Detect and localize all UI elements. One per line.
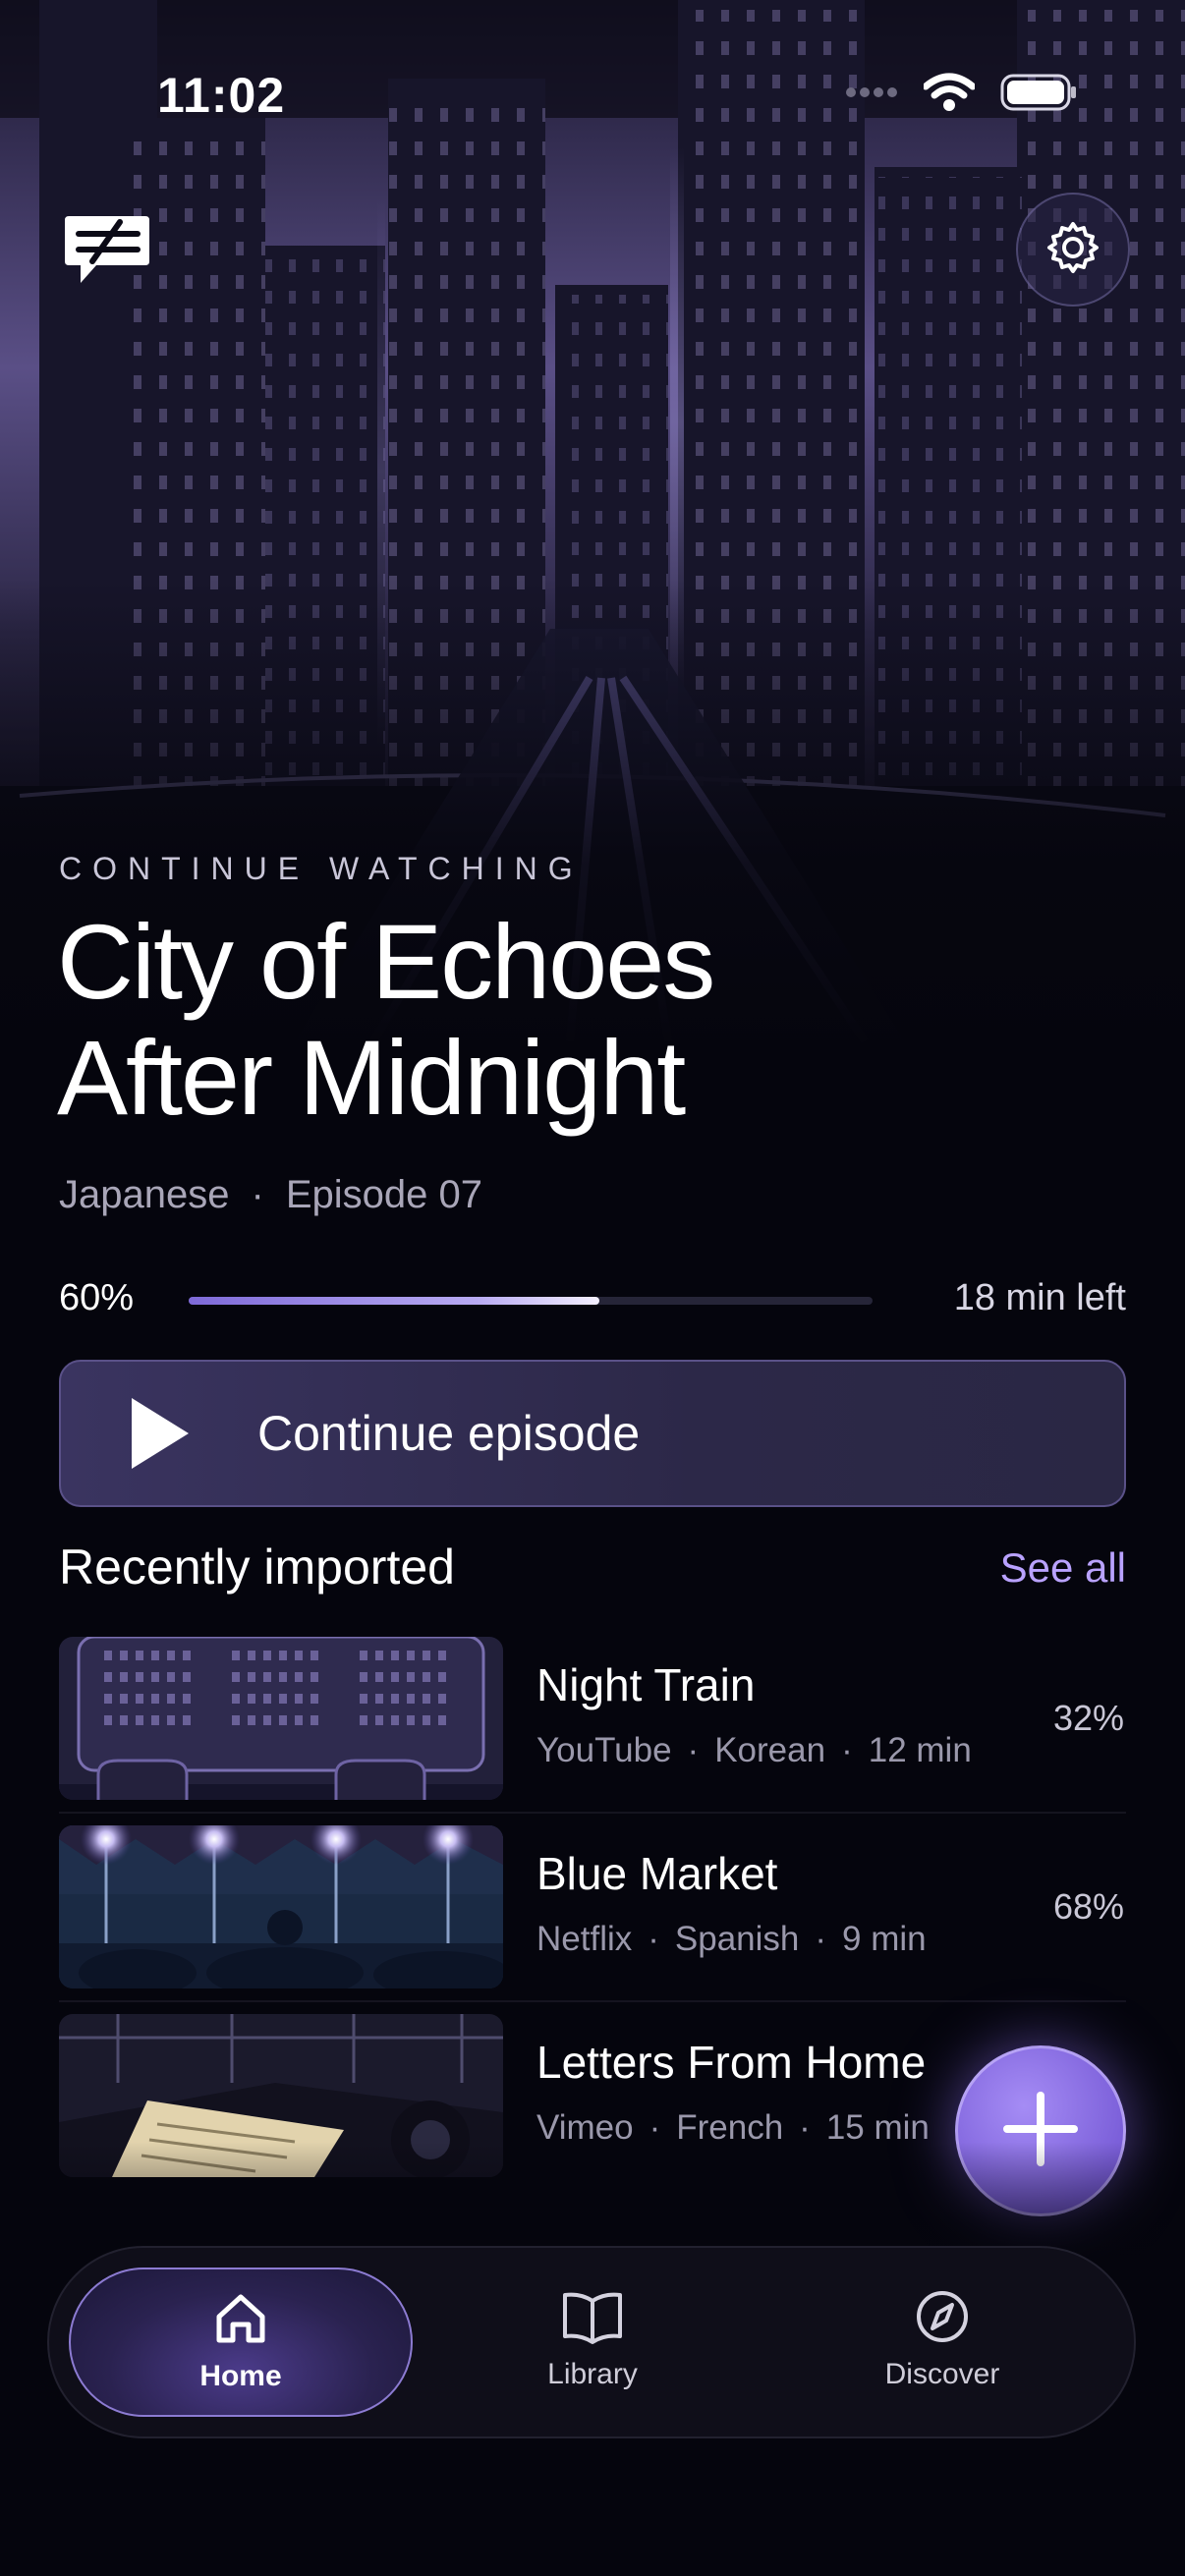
item-title: Night Train <box>536 1659 756 1710</box>
tab-home[interactable]: Home <box>69 2268 413 2417</box>
app-logo-icon <box>63 212 151 291</box>
gear-icon <box>1044 218 1102 282</box>
compass-icon <box>913 2287 972 2351</box>
list-divider <box>59 2000 1126 2002</box>
episode-title: City of Echoes After Midnight <box>57 904 1000 1136</box>
title-line-1: City of Echoes <box>57 902 715 1021</box>
item-language: Spanish <box>674 1920 800 1958</box>
item-source: YouTube <box>536 1731 672 1769</box>
item-meta: YouTube · Korean · 12 min <box>536 1731 972 1770</box>
tab-label: Library <box>547 2358 638 2390</box>
episode-label: Episode 07 <box>285 1173 482 1216</box>
bottom-tab-bar: Home Library Discover <box>47 2246 1136 2438</box>
thumbnail-night-train <box>59 1637 503 1800</box>
item-duration: 9 min <box>842 1920 927 1958</box>
episode-meta: Japanese · Episode 07 <box>59 1173 482 1217</box>
book-icon <box>561 2287 624 2351</box>
home-icon <box>211 2289 270 2353</box>
signal-icon <box>845 85 898 104</box>
meta-separator: · <box>687 1731 700 1769</box>
status-time: 11:02 <box>157 68 286 123</box>
item-source: Netflix <box>536 1920 633 1958</box>
thumbnail-blue-market <box>59 1825 503 1988</box>
meta-separator: · <box>648 1920 659 1958</box>
item-language: Korean <box>714 1731 826 1769</box>
item-progress: 32% <box>1052 1698 1124 1738</box>
progress-percent: 60% <box>59 1277 135 1318</box>
item-meta: Netflix · Spanish · 9 min <box>536 1920 927 1959</box>
item-title: Letters From Home <box>536 2037 927 2088</box>
tab-label: Home <box>199 2360 282 2392</box>
play-icon <box>132 1398 189 1469</box>
battery-icon <box>1000 73 1077 117</box>
section-eyebrow: CONTINUE WATCHING <box>59 851 584 886</box>
title-line-2: After Midnight <box>57 1018 686 1137</box>
continue-label: Continue episode <box>257 1406 641 1461</box>
wifi-icon <box>922 73 977 117</box>
status-icons <box>845 73 1077 117</box>
item-progress: 68% <box>1052 1886 1124 1927</box>
item-duration: 12 min <box>868 1731 972 1769</box>
list-item[interactable]: Night Train YouTube · Korean · 12 min 32% <box>59 1637 1126 1800</box>
recent-section-title: Recently imported <box>59 1540 455 1595</box>
see-all-link[interactable]: See all <box>1000 1544 1126 1592</box>
meta-separator: · <box>841 1731 853 1769</box>
tab-discover[interactable]: Discover <box>770 2268 1114 2417</box>
list-divider <box>59 1812 1126 1814</box>
hero-artwork <box>0 0 1185 1051</box>
continue-episode-button[interactable]: Continue episode <box>59 1360 1126 1507</box>
progress-bar <box>189 1297 873 1305</box>
item-title: Blue Market <box>536 1848 778 1899</box>
progress-fill <box>189 1297 599 1305</box>
tab-library[interactable]: Library <box>421 2268 764 2417</box>
settings-button[interactable] <box>1016 193 1130 307</box>
meta-separator: · <box>251 1173 264 1216</box>
time-left: 18 min left <box>953 1277 1126 1318</box>
meta-separator: · <box>815 1920 827 1958</box>
tab-label: Discover <box>884 2358 1000 2390</box>
language-label: Japanese <box>59 1173 230 1216</box>
list-item[interactable]: Blue Market Netflix · Spanish · 9 min 68% <box>59 1825 1126 1988</box>
